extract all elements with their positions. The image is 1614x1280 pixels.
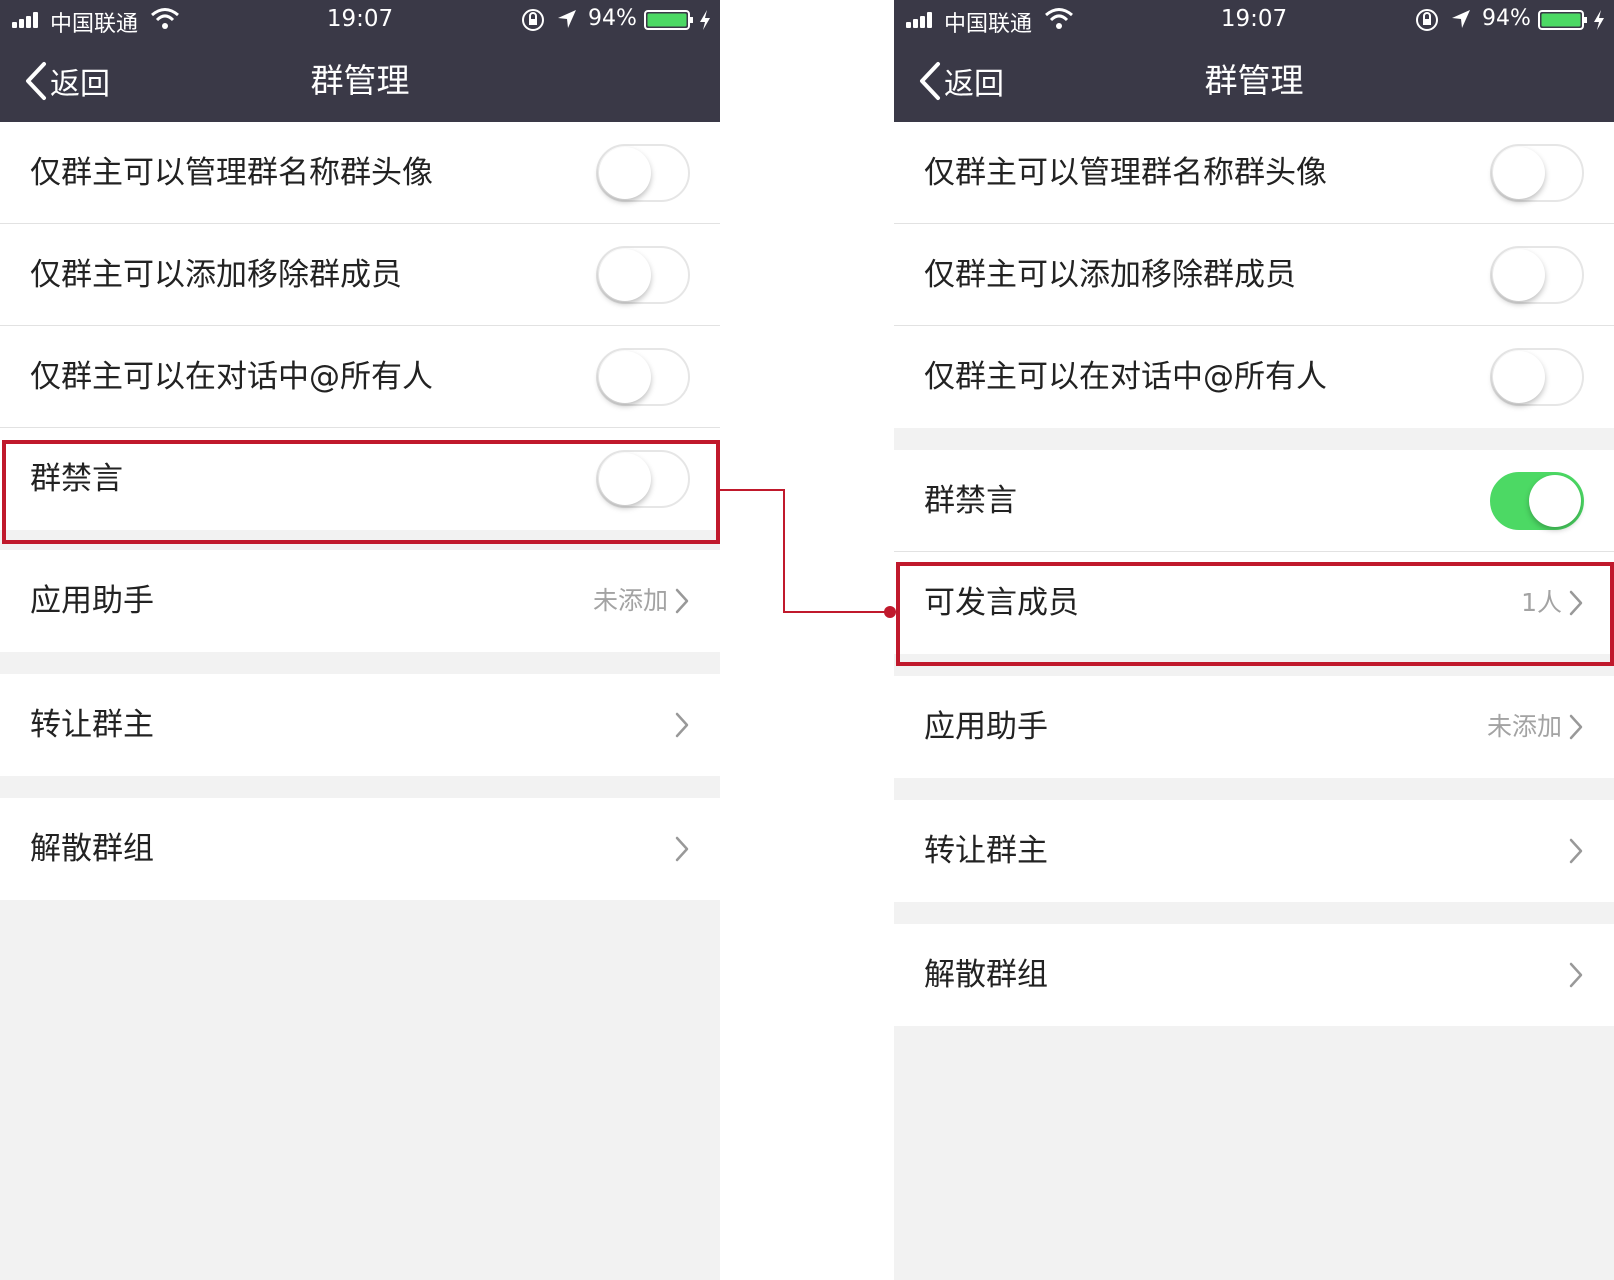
setting-label: 可发言成员 bbox=[924, 585, 1079, 621]
chevron-right-icon bbox=[1569, 838, 1583, 864]
setting-label: 转让群主 bbox=[30, 707, 154, 743]
setting-row-dissolve-group[interactable]: 解散群组 bbox=[0, 798, 720, 900]
setting-row-add-remove-members: 仅群主可以添加移除群成员 bbox=[0, 224, 720, 326]
setting-row-transfer-owner[interactable]: 转让群主 bbox=[894, 800, 1614, 902]
toggle-knob bbox=[1493, 249, 1545, 301]
toggle-knob bbox=[599, 249, 651, 301]
toggle-switch[interactable] bbox=[1490, 144, 1584, 202]
toggle-knob bbox=[1529, 475, 1581, 527]
page-title: 群管理 bbox=[310, 61, 410, 100]
location-icon bbox=[558, 10, 576, 28]
status-bar: 中国联通 19:07 94% bbox=[0, 0, 720, 40]
toggle-switch[interactable] bbox=[596, 246, 690, 304]
toggle-knob bbox=[599, 351, 651, 403]
setting-label: 仅群主可以添加移除群成员 bbox=[924, 257, 1296, 293]
chevron-right-icon bbox=[675, 836, 689, 862]
toggle-switch[interactable] bbox=[596, 450, 690, 508]
setting-row-allowed-speakers[interactable]: 可发言成员 1人 bbox=[894, 552, 1614, 654]
setting-label: 仅群主可以管理群名称群头像 bbox=[924, 155, 1327, 191]
setting-label: 应用助手 bbox=[924, 709, 1048, 745]
setting-label: 群禁言 bbox=[30, 461, 123, 497]
app-helper-status: 未添加 bbox=[592, 586, 668, 615]
setting-row-mention-all: 仅群主可以在对话中@所有人 bbox=[0, 326, 720, 428]
left-phone-screen: 中国联通 19:07 94% 返回 群管理 仅群主可以管理群名称群头像 仅群主可… bbox=[0, 0, 720, 1280]
setting-row-app-helper[interactable]: 应用助手 未添加 bbox=[894, 676, 1614, 778]
setting-label: 仅群主可以添加移除群成员 bbox=[30, 257, 402, 293]
setting-row-mention-all: 仅群主可以在对话中@所有人 bbox=[894, 326, 1614, 428]
setting-row-app-helper[interactable]: 应用助手 未添加 bbox=[0, 550, 720, 652]
setting-row-manage-name-avatar: 仅群主可以管理群名称群头像 bbox=[0, 122, 720, 224]
setting-row-transfer-owner[interactable]: 转让群主 bbox=[0, 674, 720, 776]
battery-percent: 94% bbox=[1482, 6, 1531, 31]
battery-percent: 94% bbox=[588, 6, 637, 31]
battery-icon bbox=[1538, 10, 1587, 30]
location-icon bbox=[1452, 10, 1470, 28]
setting-label: 解散群组 bbox=[924, 957, 1048, 993]
setting-label: 群禁言 bbox=[924, 483, 1017, 519]
setting-label: 仅群主可以在对话中@所有人 bbox=[924, 359, 1327, 395]
toggle-switch[interactable] bbox=[1490, 348, 1584, 406]
toggle-knob bbox=[1493, 351, 1545, 403]
status-bar: 中国联通 19:07 94% bbox=[894, 0, 1614, 40]
setting-label: 仅群主可以在对话中@所有人 bbox=[30, 359, 433, 395]
toggle-switch[interactable] bbox=[1490, 472, 1584, 530]
rotation-lock-icon bbox=[1416, 9, 1438, 31]
app-helper-status: 未添加 bbox=[1486, 712, 1562, 741]
setting-row-mute-all: 群禁言 bbox=[894, 450, 1614, 552]
toggle-switch[interactable] bbox=[1490, 246, 1584, 304]
page-title: 群管理 bbox=[1204, 61, 1304, 100]
toggle-switch[interactable] bbox=[596, 144, 690, 202]
toggle-knob bbox=[599, 147, 651, 199]
chevron-right-icon bbox=[675, 712, 689, 738]
setting-label: 仅群主可以管理群名称群头像 bbox=[30, 155, 433, 191]
chevron-right-icon bbox=[1569, 962, 1583, 988]
setting-row-add-remove-members: 仅群主可以添加移除群成员 bbox=[894, 224, 1614, 326]
setting-row-manage-name-avatar: 仅群主可以管理群名称群头像 bbox=[894, 122, 1614, 224]
toggle-switch[interactable] bbox=[596, 348, 690, 406]
setting-label: 解散群组 bbox=[30, 831, 154, 867]
charging-bolt-icon bbox=[700, 10, 710, 30]
setting-row-dissolve-group[interactable]: 解散群组 bbox=[894, 924, 1614, 1026]
setting-label: 转让群主 bbox=[924, 833, 1048, 869]
toggle-knob bbox=[599, 453, 651, 505]
setting-label: 应用助手 bbox=[30, 583, 154, 619]
chevron-right-icon bbox=[1569, 590, 1583, 616]
right-phone-screen: 中国联通 19:07 94% 返回 群管理 仅群主可以管理群名称群头像 仅群主可… bbox=[894, 0, 1614, 1280]
rotation-lock-icon bbox=[522, 9, 544, 31]
navigation-bar: 返回 群管理 bbox=[0, 40, 720, 122]
toggle-knob bbox=[1493, 147, 1545, 199]
battery-icon bbox=[644, 10, 693, 30]
setting-row-mute-all: 群禁言 bbox=[0, 428, 720, 530]
charging-bolt-icon bbox=[1594, 10, 1604, 30]
allowed-speakers-count: 1人 bbox=[1521, 588, 1562, 617]
navigation-bar: 返回 群管理 bbox=[894, 40, 1614, 122]
chevron-right-icon bbox=[1569, 714, 1583, 740]
chevron-right-icon bbox=[675, 588, 689, 614]
